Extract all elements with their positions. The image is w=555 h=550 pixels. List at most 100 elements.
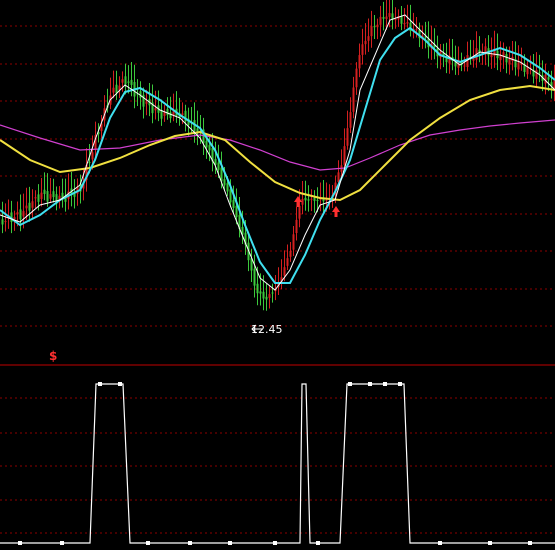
candle-body <box>379 16 382 25</box>
candle-body <box>22 211 25 217</box>
signal-dot <box>528 541 532 545</box>
candle-body <box>508 58 511 65</box>
candle-body <box>31 201 34 208</box>
candle-body <box>91 152 94 160</box>
candle-body <box>16 212 19 215</box>
signal-marker: $ <box>49 349 58 363</box>
candle-body <box>43 189 46 194</box>
signal-dot <box>316 541 320 545</box>
candle-body <box>13 217 16 220</box>
signal-dot <box>438 541 442 545</box>
signal-dot <box>146 541 150 545</box>
candle-body <box>205 140 208 148</box>
candle-body <box>385 16 388 19</box>
signal-line <box>0 383 555 544</box>
candle-body <box>406 22 409 24</box>
signal-dot <box>98 382 102 386</box>
signal-dot <box>60 541 64 545</box>
low-price-label: 12.45 <box>251 323 283 336</box>
candle-body <box>349 112 352 128</box>
candle-body <box>52 191 55 198</box>
candle-body <box>40 192 43 199</box>
candle-body <box>256 283 259 294</box>
signal-dot <box>228 541 232 545</box>
candle-body <box>208 145 211 151</box>
candle-body <box>370 26 373 37</box>
candle-body <box>166 108 169 116</box>
candle-body <box>232 200 235 208</box>
candle-body <box>115 84 118 94</box>
candle-body <box>37 194 40 202</box>
candle-body <box>388 13 391 17</box>
candle-body <box>217 162 220 170</box>
candle-body <box>376 24 379 28</box>
candle-body <box>49 194 52 199</box>
candle-body <box>313 197 316 201</box>
candle-body <box>316 199 319 201</box>
candle-body <box>283 267 286 276</box>
candle-body <box>265 296 268 300</box>
signal-dot <box>348 382 352 386</box>
candle-body <box>310 198 313 200</box>
candle-body <box>403 22 406 25</box>
signal-dot <box>273 541 277 545</box>
candle-body <box>226 183 229 192</box>
ma-line-mid <box>0 26 555 284</box>
candle-body <box>355 68 358 88</box>
candle-body <box>34 197 37 199</box>
candle-body <box>295 219 298 234</box>
candle-body <box>463 65 466 67</box>
candle-body <box>535 69 538 79</box>
candle-body <box>337 172 340 182</box>
candle-body <box>286 258 289 266</box>
candle-body <box>169 112 172 119</box>
candle-body <box>298 205 301 219</box>
up-arrow-2-icon <box>332 206 340 217</box>
candle-body <box>346 128 349 146</box>
candle-body <box>490 54 493 58</box>
candle-body <box>292 234 295 250</box>
candle-body <box>268 294 271 298</box>
candle-body <box>19 209 22 220</box>
up-arrow-1-icon <box>294 196 302 207</box>
candle-body <box>343 146 346 165</box>
signal-dot <box>383 382 387 386</box>
signal-dot <box>118 382 122 386</box>
candle-body <box>382 17 385 19</box>
candle-body <box>25 205 28 209</box>
candle-body <box>262 291 265 299</box>
candle-body <box>304 197 307 201</box>
candle-body <box>538 72 541 74</box>
ma-line-short <box>0 14 555 291</box>
candle-body <box>1 219 4 225</box>
candle-body <box>367 36 370 41</box>
candle-body <box>28 202 31 211</box>
candle-body <box>505 54 508 63</box>
candlestick-chart[interactable] <box>0 0 555 550</box>
candle-body <box>325 199 328 201</box>
signal-dot <box>188 541 192 545</box>
candle-body <box>181 113 184 115</box>
signal-dot <box>18 541 22 545</box>
candle-body <box>124 76 127 85</box>
candle-body <box>112 87 115 93</box>
candle-body <box>517 62 520 70</box>
signal-dot <box>368 382 372 386</box>
candle-body <box>259 291 262 294</box>
signal-dot <box>488 541 492 545</box>
candle-body <box>358 55 361 69</box>
candle-body <box>352 87 355 112</box>
candle-body <box>547 77 550 80</box>
signal-dot <box>398 382 402 386</box>
candle-body <box>229 189 232 203</box>
candle-body <box>154 108 157 111</box>
candle-body <box>307 199 310 201</box>
candle-body <box>145 101 148 104</box>
candle-body <box>130 79 133 85</box>
candle-body <box>499 55 502 61</box>
candle-body <box>253 268 256 286</box>
indicator-grid <box>0 397 555 534</box>
candle-body <box>121 79 124 83</box>
candle-body <box>271 292 274 294</box>
candles <box>1 0 555 311</box>
